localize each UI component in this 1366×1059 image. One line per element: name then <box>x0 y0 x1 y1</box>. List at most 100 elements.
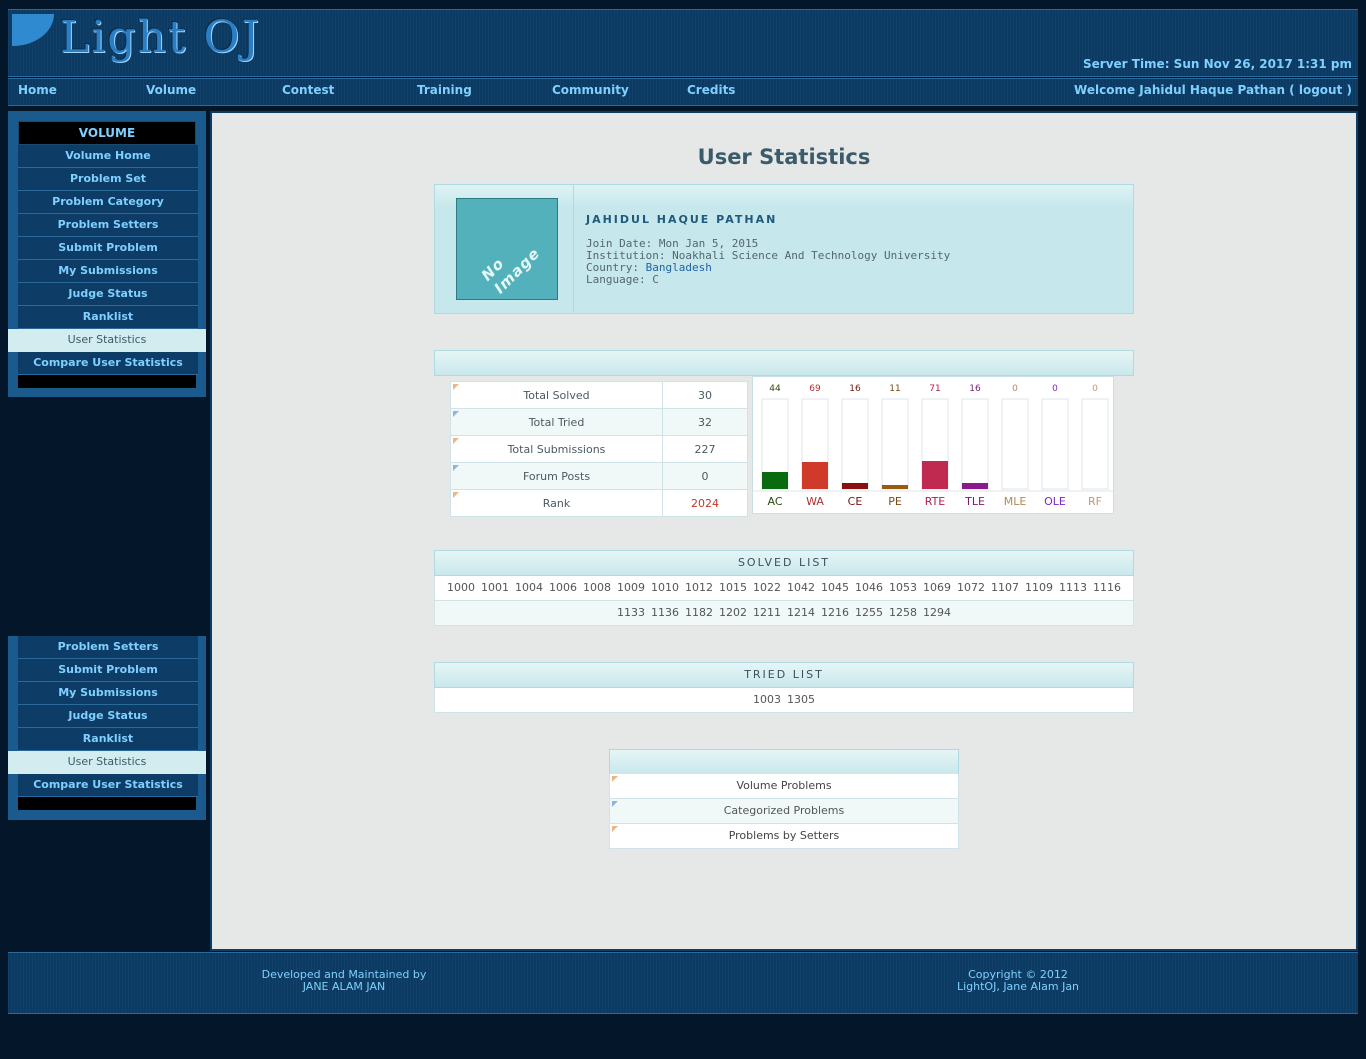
link-problems-by-setters[interactable]: Problems by Setters <box>609 824 959 849</box>
sidebar-item-judge-status[interactable]: Judge Status <box>18 283 198 306</box>
solved-problem-link[interactable]: 1069 <box>923 581 951 594</box>
logout-link[interactable]: logout <box>1299 83 1342 97</box>
bar-category-label: OLE <box>1044 495 1066 508</box>
solved-problem-link[interactable]: 1000 <box>447 581 475 594</box>
site-header: Light OJ Server Time: Sun Nov 26, 2017 1… <box>8 9 1358 77</box>
solved-problem-link[interactable]: 1211 <box>753 606 781 619</box>
bar-category-label: CE <box>848 495 863 508</box>
sidebar2-item-ranklist[interactable]: Ranklist <box>18 728 198 751</box>
footer-copyright: Copyright © 2012 LightOJ, Jane Alam Jan <box>918 969 1118 993</box>
solved-list-row-2: 1133 1136 1182 1202 1211 1214 1216 1255 1258 1294 <box>434 601 1134 626</box>
rank-value: 2024 <box>662 489 748 517</box>
solved-problem-link[interactable]: 1255 <box>855 606 883 619</box>
stat-label: Total Tried <box>450 408 663 436</box>
sidebar2-item-user-statistics[interactable]: User Statistics <box>8 751 206 774</box>
sidebar2-item-submit-problem[interactable]: Submit Problem <box>18 659 198 682</box>
solved-problem-link[interactable]: 1008 <box>583 581 611 594</box>
solved-problem-link[interactable]: 1001 <box>481 581 509 594</box>
tried-problem-link[interactable]: 1305 <box>787 693 815 706</box>
solved-problem-link[interactable]: 1133 <box>617 606 645 619</box>
bar-category-label: AC <box>767 495 782 508</box>
sidebar2-item-compare-user-statistics[interactable]: Compare User Statistics <box>18 774 198 797</box>
sidebar-item-user-statistics[interactable]: User Statistics <box>8 329 206 352</box>
bar-track <box>881 398 909 490</box>
bar-value-label: 16 <box>969 384 981 394</box>
solved-problem-link[interactable]: 1136 <box>651 606 679 619</box>
sidebar-item-compare-user-statistics[interactable]: Compare User Statistics <box>18 352 198 375</box>
welcome-label: Welcome Jahidul Haque Pathan ( <box>1074 83 1299 97</box>
user-name: JAHIDUL HAQUE PATHAN <box>586 213 778 226</box>
stat-label: Total Solved <box>450 381 663 409</box>
table-row: Total Tried 32 <box>450 408 748 436</box>
sidebar-menu-secondary: Problem Setters Submit Problem My Submis… <box>8 636 206 810</box>
solved-problem-link[interactable]: 1010 <box>651 581 679 594</box>
bar-category-label: RF <box>1088 495 1102 508</box>
solved-problem-link[interactable]: 1006 <box>549 581 577 594</box>
nav-contest[interactable]: Contest <box>282 83 334 97</box>
bar-category-label: WA <box>806 495 824 508</box>
solved-problem-link[interactable]: 1294 <box>923 606 951 619</box>
table-row: Rank 2024 <box>450 489 748 517</box>
solved-problem-link[interactable]: 1216 <box>821 606 849 619</box>
solved-list-header: SOLVED LIST <box>434 550 1134 576</box>
solved-problem-link[interactable]: 1053 <box>889 581 917 594</box>
sidebar-menu: VOLUME Volume Home Problem Set Problem C… <box>8 111 206 388</box>
sidebar-item-ranklist[interactable]: Ranklist <box>18 306 198 329</box>
tried-problem-link[interactable]: 1003 <box>753 693 781 706</box>
bar-tle <box>962 483 988 489</box>
bar-value-label: 69 <box>809 384 821 394</box>
sidebar-item-volume-home[interactable]: Volume Home <box>18 145 198 168</box>
solved-problem-link[interactable]: 1214 <box>787 606 815 619</box>
sidebar2-item-problem-setters[interactable]: Problem Setters <box>18 636 198 659</box>
tried-list-header: TRIED LIST <box>434 662 1134 688</box>
sidebar2-item-my-submissions[interactable]: My Submissions <box>18 682 198 705</box>
solved-problem-link[interactable]: 1258 <box>889 606 917 619</box>
solved-problem-link[interactable]: 1004 <box>515 581 543 594</box>
bar-track <box>961 398 989 490</box>
solved-problem-link[interactable]: 1015 <box>719 581 747 594</box>
logo-arc-icon <box>12 14 54 46</box>
sidebar-item-problem-set[interactable]: Problem Set <box>18 168 198 191</box>
sidebar-item-submit-problem[interactable]: Submit Problem <box>18 237 198 260</box>
solved-problem-link[interactable]: 1116 <box>1093 581 1121 594</box>
nav-community[interactable]: Community <box>552 83 629 97</box>
no-image-label: No Image <box>477 244 544 298</box>
solved-problem-link[interactable]: 1022 <box>753 581 781 594</box>
stat-value: 227 <box>662 435 748 463</box>
link-volume-problems[interactable]: Volume Problems <box>609 774 959 799</box>
nav-credits[interactable]: Credits <box>687 83 735 97</box>
solved-problem-link[interactable]: 1042 <box>787 581 815 594</box>
stat-label: Rank <box>450 489 663 517</box>
solved-problem-link[interactable]: 1182 <box>685 606 713 619</box>
solved-problem-link[interactable]: 1107 <box>991 581 1019 594</box>
sidebar-item-my-submissions[interactable]: My Submissions <box>18 260 198 283</box>
server-time: Server Time: Sun Nov 26, 2017 1:31 pm <box>1083 57 1352 71</box>
solved-problem-link[interactable]: 1202 <box>719 606 747 619</box>
bar-value-label: 44 <box>769 384 781 394</box>
nav-volume[interactable]: Volume <box>146 83 196 97</box>
profile-divider <box>573 185 574 313</box>
bar-value-label: 0 <box>1012 384 1018 394</box>
solved-problem-link[interactable]: 1009 <box>617 581 645 594</box>
sidebar-item-problem-setters[interactable]: Problem Setters <box>18 214 198 237</box>
sidebar2-item-judge-status[interactable]: Judge Status <box>18 705 198 728</box>
solved-problem-link[interactable]: 1046 <box>855 581 883 594</box>
sidebar-item-problem-category[interactable]: Problem Category <box>18 191 198 214</box>
solved-problem-link[interactable]: 1072 <box>957 581 985 594</box>
solved-problem-link[interactable]: 1045 <box>821 581 849 594</box>
solved-problem-link[interactable]: 1109 <box>1025 581 1053 594</box>
site-logo[interactable]: Light OJ <box>60 12 261 63</box>
stat-label: Forum Posts <box>450 462 663 490</box>
welcome-suffix: ) <box>1342 83 1353 97</box>
table-row: Forum Posts 0 <box>450 462 748 490</box>
link-categorized-problems[interactable]: Categorized Problems <box>609 799 959 824</box>
stat-value: 30 <box>662 381 748 409</box>
solved-problem-link[interactable]: 1012 <box>685 581 713 594</box>
site-footer: Developed and Maintained by JANE ALAM JA… <box>8 952 1358 1014</box>
nav-training[interactable]: Training <box>417 83 472 97</box>
nav-home[interactable]: Home <box>18 83 57 97</box>
solved-problem-link[interactable]: 1113 <box>1059 581 1087 594</box>
bar-category-label: TLE <box>964 495 985 508</box>
bar-value-label: 16 <box>849 384 861 394</box>
bar-category-label: MLE <box>1004 495 1027 508</box>
